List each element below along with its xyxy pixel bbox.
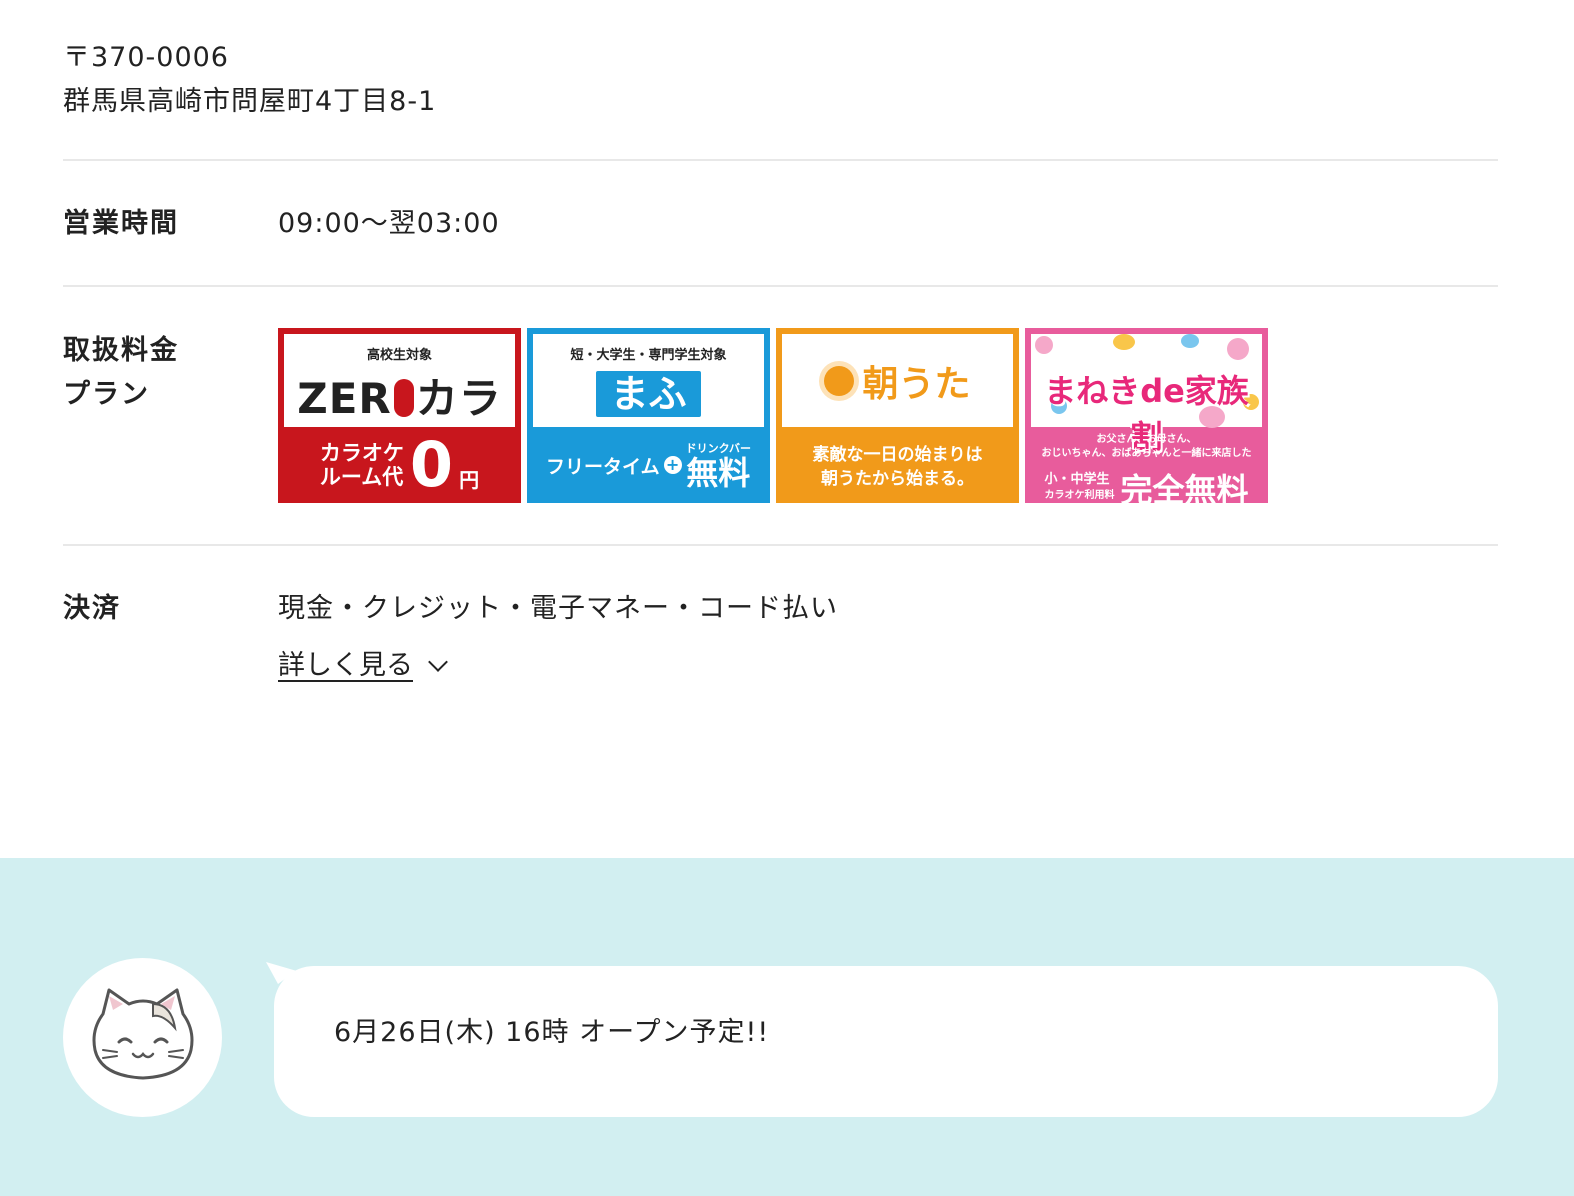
zero-kara-banner[interactable]: 高校生対象 ZER カラ カラオケ ルーム代 0 円 [278, 328, 521, 503]
sun-icon [824, 365, 855, 396]
plans-label-line2: プラン [63, 379, 150, 410]
chevron-down-icon[interactable] [428, 652, 448, 672]
zero-o-mark [393, 379, 414, 417]
notice-section: 6月26日(木) 16時 オープン予定!! [0, 858, 1574, 1196]
banner-top: 短・大学生・専門学生対象 まふ [533, 334, 764, 427]
banner-bottom: お父さん、お母さん、 おじいちゃん、おばあちゃんと一緒に来店した 小・中学生 カ… [1025, 427, 1268, 503]
banner-free: 完全無料 [1120, 471, 1249, 503]
banner-free: 無料 [686, 454, 751, 492]
family-discount-banner[interactable]: まねきde家族割 お父さん、お母さん、 おじいちゃん、おばあちゃんと一緒に来店し… [1025, 328, 1268, 503]
asauta-logo: 朝うた [862, 363, 971, 405]
cat-avatar [63, 958, 222, 1117]
plan-banners: 高校生対象 ZER カラ カラオケ ルーム代 0 円 短・大学生・専門学生対象 ま… [278, 328, 1268, 503]
hours-value: 09:00〜翌03:00 [278, 208, 500, 239]
divider [63, 159, 1498, 161]
plans-label-line1: 取扱料金 [63, 335, 179, 366]
plus-icon: + [663, 456, 682, 474]
banner-bottom: 素敵な一日の始まりは 朝うたから始まる。 [776, 427, 1019, 503]
banner-top: 朝うた [782, 334, 1013, 427]
banner-sub: 小・中学生 カラオケ利用料 [1044, 472, 1115, 501]
banner-bottom: カラオケ ルーム代 0 円 [278, 427, 521, 503]
payment-label: 決済 [63, 593, 121, 624]
divider [63, 285, 1498, 287]
banner-bottom: フリータイム + ドリンクバー 無料 [527, 427, 770, 503]
banner-unit: 円 [459, 468, 480, 492]
asauta-banner[interactable]: 朝うた 素敵な一日の始まりは 朝うたから始まる。 [776, 328, 1019, 503]
mafu-banner[interactable]: 短・大学生・専門学生対象 まふ フリータイム + ドリンクバー 無料 [527, 328, 770, 503]
banner-desc: フリータイム [545, 455, 660, 478]
banner-desc-line1: 素敵な一日の始まりは [812, 445, 983, 465]
banner-price: 0 [409, 428, 454, 501]
cat-avatar-icon [92, 988, 194, 1080]
banner-top: 高校生対象 ZER カラ [284, 334, 515, 427]
address-line: 群馬県高崎市問屋町4丁目8-1 [63, 86, 437, 117]
banner-target: 短・大学生・専門学生対象 [570, 348, 727, 363]
details-link[interactable]: 詳しく見る [278, 644, 413, 688]
banner-desc: カラオケ ルーム代 [319, 441, 404, 489]
banner-free-group: ドリンクバー 無料 [686, 440, 751, 490]
banner-top: まねきde家族割 [1031, 334, 1262, 456]
payment-details-toggle[interactable]: 詳しく見る [278, 644, 448, 688]
hours-label: 営業時間 [63, 208, 179, 239]
plans-label: 取扱料金 プラン [63, 329, 179, 417]
speech-bubble: 6月26日(木) 16時 オープン予定!! [274, 966, 1498, 1117]
notice-message: 6月26日(木) 16時 オープン予定!! [334, 1017, 770, 1048]
banner-free-line: 小・中学生 カラオケ利用料 完全無料 [1025, 465, 1268, 503]
zero-kara-logo: ZER カラ [297, 374, 502, 423]
banner-target: 高校生対象 [366, 348, 432, 363]
banner-note: お父さん、お母さん、 おじいちゃん、おばあちゃんと一緒に来店した [1041, 434, 1252, 459]
banner-desc-line2: 朝うたから始まる。 [821, 469, 974, 489]
payment-value: 現金・クレジット・電子マネー・コード払い [278, 593, 838, 624]
store-address: 〒370-0006 群馬県高崎市問屋町4丁目8-1 [63, 36, 436, 124]
divider [63, 544, 1498, 546]
postal-code: 〒370-0006 [63, 42, 229, 73]
mafu-logo: まふ [596, 371, 701, 417]
